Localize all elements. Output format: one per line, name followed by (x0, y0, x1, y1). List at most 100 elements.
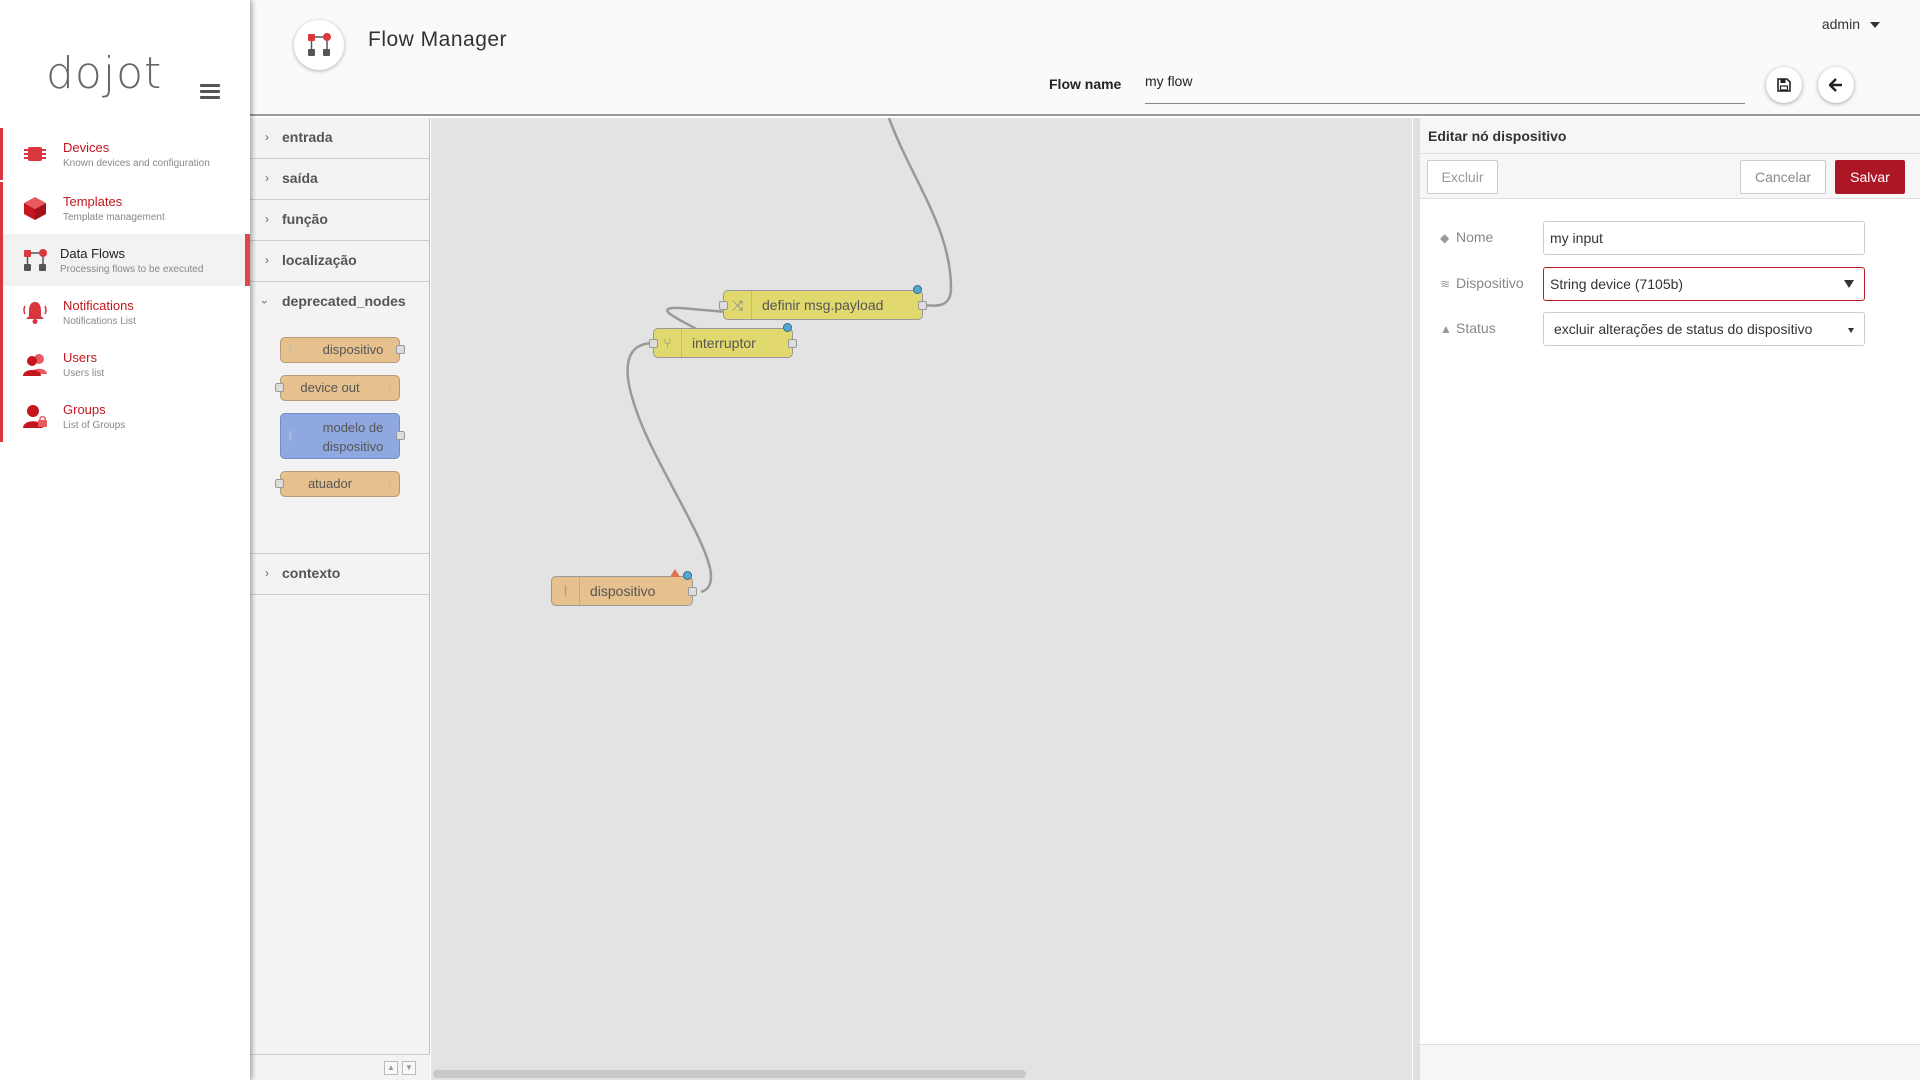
save-button[interactable]: Salvar (1835, 160, 1905, 194)
sidebar-item-data-flows[interactable]: Data Flows Processing flows to be execut… (0, 234, 250, 286)
palette-category-deprecated[interactable]: › deprecated_nodes (250, 282, 429, 323)
palette-node-device-out[interactable]: device out ⦚ (275, 375, 400, 401)
user-name: admin (1821, 16, 1860, 32)
chevron-right-icon: › (265, 253, 269, 267)
sidebar-item-subtitle: List of Groups (63, 420, 126, 431)
palette-category-contexto[interactable]: › contexto (250, 554, 429, 595)
sidebar-item-subtitle: Notifications List (63, 316, 136, 327)
status-selected-value: excluir alterações de status do disposit… (1554, 321, 1813, 337)
save-flow-button[interactable] (1766, 67, 1802, 103)
deprecated-nodes-list: ⦚ dispositivo device out ⦚ ⦚ modelo de d… (250, 323, 429, 554)
wireless-icon: ⦚ (289, 342, 292, 357)
dispositivo-select[interactable]: String device (7105b) (1543, 267, 1865, 301)
back-button[interactable] (1818, 67, 1854, 103)
groups-icon (23, 405, 47, 428)
cancel-button[interactable]: Cancelar (1740, 160, 1826, 194)
sidebar-item-subtitle: Processing flows to be executed (60, 264, 204, 275)
palette-node-label: dispositivo (322, 342, 384, 357)
sidebar: dojot Devices Known devices and configur… (0, 0, 250, 1080)
palette-category-entrada[interactable]: › entrada (250, 118, 429, 159)
changed-indicator (913, 285, 922, 294)
chevron-right-icon: › (265, 130, 269, 144)
user-menu[interactable]: admin (1822, 16, 1880, 32)
output-port[interactable] (918, 301, 927, 310)
arrow-left-icon (1828, 78, 1842, 92)
tag-icon: ◆ (1440, 231, 1450, 245)
flow-node-dispositivo[interactable]: ⦚ dispositivo (551, 569, 697, 606)
input-port (275, 479, 284, 488)
wireless-icon: ⦚ (388, 380, 391, 395)
output-port[interactable] (788, 339, 797, 348)
field-label-text: Dispositivo (1456, 275, 1524, 291)
wireless-icon: ⦚ (289, 429, 292, 444)
palette-footer: ▲ ▼ (250, 1054, 430, 1080)
category-label: deprecated_nodes (282, 293, 406, 309)
editor-header: Editar nó dispositivo (1420, 118, 1920, 154)
sidebar-item-users[interactable]: Users Users list (0, 338, 250, 390)
sidebar-item-groups[interactable]: Groups List of Groups (0, 390, 250, 442)
input-port (275, 383, 284, 392)
palette-category-localizacao[interactable]: › localização (250, 241, 429, 282)
chevron-right-icon: › (265, 171, 269, 185)
changed-indicator (783, 323, 792, 332)
users-icon (23, 354, 47, 376)
category-label: entrada (282, 129, 333, 145)
sidebar-item-notifications[interactable]: Notifications Notifications List (0, 286, 250, 338)
flow-name-label: Flow name (1049, 76, 1122, 92)
category-label: contexto (282, 565, 341, 581)
category-label: localização (282, 252, 357, 268)
flow-node-label: definir msg.payload (762, 297, 884, 313)
wireless-icon: ⦚ (552, 577, 580, 605)
output-port[interactable] (688, 587, 697, 596)
palette-node-atuador[interactable]: atuador ⦚ (275, 471, 400, 497)
nome-input[interactable] (1543, 221, 1865, 255)
sidebar-item-title: Notifications (63, 298, 134, 313)
flow-node-label: interruptor (692, 335, 756, 351)
palette-node-dispositivo[interactable]: ⦚ dispositivo (280, 337, 405, 363)
caret-down-icon (1844, 280, 1854, 288)
changed-indicator (683, 571, 692, 580)
scroll-up-icon[interactable]: ▲ (384, 1061, 398, 1075)
warning-triangle-icon (670, 569, 680, 577)
palette-category-funcao[interactable]: › função (250, 200, 429, 241)
flow-node-interruptor[interactable]: ⑂ interruptor (649, 323, 797, 358)
category-label: função (282, 211, 328, 227)
switch-icon: ⑂ (654, 329, 682, 357)
status-select[interactable]: excluir alterações de status do disposit… (1543, 312, 1865, 346)
editor-footer (1420, 1044, 1920, 1080)
editor-title: Editar nó dispositivo (1428, 128, 1567, 144)
palette-node-modelo-de-dispositivo[interactable]: ⦚ modelo de dispositivo (280, 413, 405, 459)
nome-row: ◆ Nome (1440, 221, 1900, 255)
flow-workspace[interactable]: ⤨ definir msg.payload ⑂ interruptor ⦚ di… (431, 118, 1412, 1080)
dispositivo-selected-value: String device (7105b) (1550, 276, 1684, 292)
flow-manager-icon (294, 20, 344, 70)
chevron-down-icon: › (258, 300, 272, 304)
scroll-down-icon[interactable]: ▼ (402, 1061, 416, 1075)
horizontal-scrollbar[interactable] (433, 1070, 1026, 1078)
palette-node-label: device out (300, 380, 360, 395)
delete-button[interactable]: Excluir (1427, 160, 1498, 194)
field-label-text: Status (1456, 320, 1496, 336)
flow-node-label: dispositivo (590, 583, 656, 599)
sidebar-item-devices[interactable]: Devices Known devices and configuration (0, 128, 250, 180)
chevron-right-icon: › (265, 566, 269, 580)
palette-node-label: modelo de dispositivo (322, 420, 384, 454)
notifications-bell-icon (23, 302, 47, 324)
output-port (396, 431, 405, 440)
palette-node-label: atuador (307, 476, 353, 491)
flow-name-input[interactable] (1145, 68, 1745, 104)
sidebar-item-title: Templates (63, 194, 123, 209)
input-port[interactable] (649, 339, 658, 348)
node-palette: › entrada › saída › função › localização… (250, 118, 430, 1080)
caret-down-icon (1870, 22, 1880, 29)
input-port[interactable] (719, 301, 728, 310)
status-row: ▲ Status excluir alterações de status do … (1440, 312, 1900, 346)
palette-category-saida[interactable]: › saída (250, 159, 429, 200)
caret-down-icon (1848, 328, 1854, 333)
sidebar-item-templates[interactable]: Templates Template management (0, 182, 250, 234)
sidebar-item-title: Data Flows (60, 246, 126, 261)
hamburger-menu-icon[interactable] (200, 84, 220, 102)
flow-node-definir-payload[interactable]: ⤨ definir msg.payload (719, 285, 927, 320)
category-label: saída (282, 170, 318, 186)
wifi-icon: ≋ (1440, 277, 1451, 291)
